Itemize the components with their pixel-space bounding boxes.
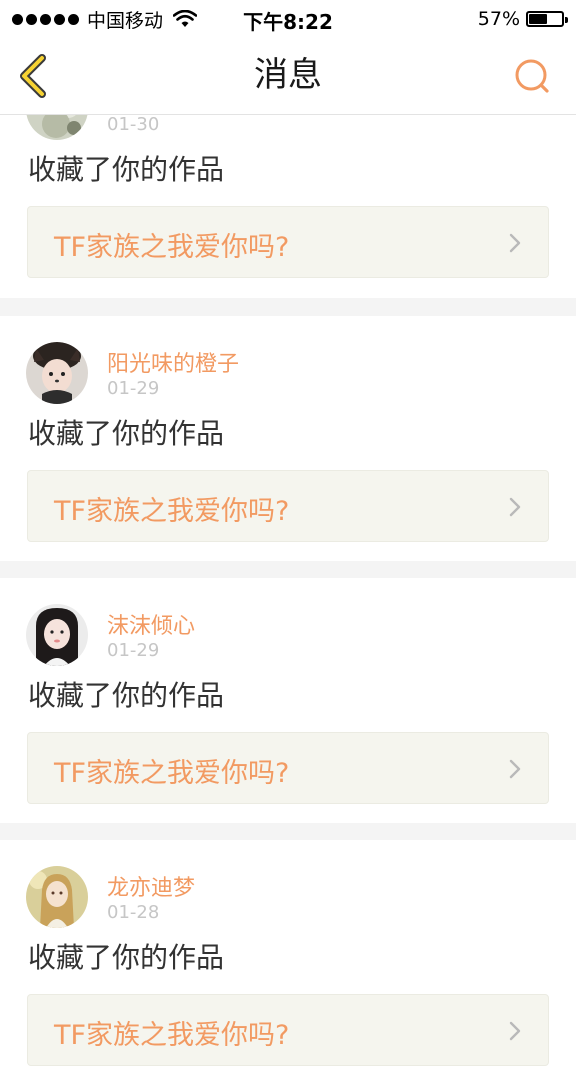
user-avatar[interactable] (26, 866, 88, 928)
user-name[interactable]: 龙亦迪梦 (107, 870, 195, 902)
action-text: 收藏了你的作品 (28, 941, 225, 974)
user-avatar[interactable] (26, 604, 88, 666)
post-date: 01-30 (107, 114, 160, 135)
navigation-bar: 消息 (0, 38, 576, 115)
battery-icon (526, 11, 568, 27)
battery-percentage: 57% (477, 8, 520, 30)
search-icon[interactable] (512, 56, 552, 96)
action-text: 收藏了你的作品 (28, 417, 225, 450)
status-bar: 中国移动 下午8:22 57% (0, 0, 576, 38)
page-title: 消息 (254, 55, 322, 95)
battery-level (529, 14, 548, 24)
action-text: 收藏了你的作品 (28, 679, 225, 712)
post-date: 01-28 (107, 902, 160, 923)
work-link[interactable]: TF家族之我爱你吗? (27, 732, 549, 804)
work-link[interactable]: TF家族之我爱你吗? (27, 470, 549, 542)
chevron-right-icon (509, 233, 521, 253)
action-text: 收藏了你的作品 (28, 153, 225, 186)
message-card: 阳光味的橙子 01-29 收藏了你的作品 TF家族之我爱你吗? (0, 316, 576, 562)
work-title: TF家族之我爱你吗? (54, 496, 290, 527)
work-title: TF家族之我爱你吗? (54, 232, 290, 263)
chevron-right-icon (509, 497, 521, 517)
work-title: TF家族之我爱你吗? (54, 1020, 290, 1051)
chevron-right-icon (509, 759, 521, 779)
work-title: TF家族之我爱你吗? (54, 758, 290, 789)
message-card: 龙亦迪梦 01-28 收藏了你的作品 TF家族之我爱你吗? (0, 840, 576, 1086)
post-date: 01-29 (107, 378, 160, 399)
card-divider (0, 298, 576, 316)
post-date: 01-29 (107, 640, 160, 661)
work-link[interactable]: TF家族之我爱你吗? (27, 206, 549, 278)
user-name[interactable]: 沫沫倾心 (107, 608, 195, 640)
message-card: 沫沫倾心 01-29 收藏了你的作品 TF家族之我爱你吗? (0, 578, 576, 824)
user-name[interactable]: 阳光味的橙子 (107, 346, 239, 378)
work-link[interactable]: TF家族之我爱你吗? (27, 994, 549, 1066)
user-avatar[interactable] (26, 342, 88, 404)
card-divider (0, 561, 576, 579)
chevron-right-icon (509, 1021, 521, 1041)
card-divider (0, 823, 576, 841)
